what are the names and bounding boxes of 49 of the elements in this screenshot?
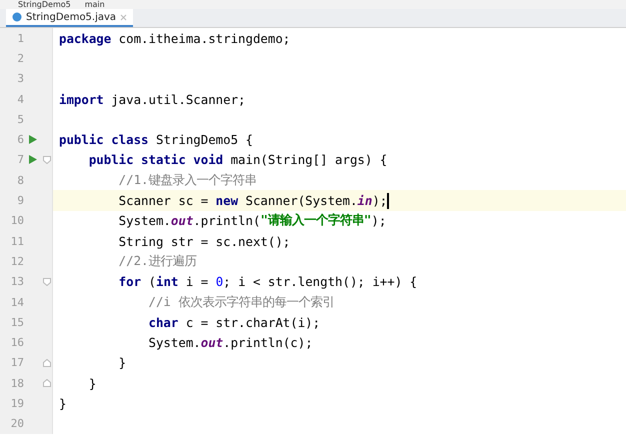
line-number: 2: [16, 52, 24, 65]
text-caret: [387, 192, 389, 209]
code-line: public static void main(String[] args) {: [88, 152, 388, 168]
line-number: 16: [10, 336, 24, 350]
breadcrumb-item[interactable]: main: [84, 0, 105, 9]
line-number: 18: [10, 376, 24, 390]
class-file-icon: [12, 12, 22, 22]
line-number: 4: [16, 92, 24, 106]
line-number: 15: [10, 316, 24, 329]
code-line: import java.util.Scanner;: [59, 92, 246, 107]
code-line: }: [59, 396, 66, 411]
line-number: 14: [10, 296, 24, 308]
run-icon[interactable]: [29, 155, 37, 164]
code-line: public class StringDemo5 {: [59, 132, 253, 148]
code-line: char c = str.charAt(i);: [148, 314, 320, 330]
code-line: //1.键盘录入一个字符串: [118, 172, 257, 189]
code-line: System.out.println("请输入一个字符串");: [118, 212, 386, 230]
line-number: 1: [16, 32, 24, 45]
code-line: }: [118, 355, 126, 370]
code-line: for (int i = 0; i < str.length(); i++) {: [118, 274, 418, 290]
code-line: }: [88, 376, 96, 391]
fold-icon[interactable]: [43, 156, 51, 164]
fold-icon[interactable]: [43, 379, 51, 388]
code-line: String str = sc.next();: [118, 234, 290, 249]
line-number: 12: [10, 254, 24, 268]
line-number: 20: [10, 417, 24, 430]
code-line: //2.进行遍历: [118, 252, 197, 270]
line-number: 11: [10, 234, 24, 248]
close-icon[interactable]: [120, 14, 128, 20]
line-number: 9: [16, 194, 24, 208]
line-number: 5: [16, 112, 24, 126]
fold-icon[interactable]: [43, 278, 51, 286]
line-number: 3: [16, 72, 24, 86]
code-line: System.out.println(c);: [148, 335, 313, 350]
code-line: Scanner sc = new Scanner(System.in);: [118, 192, 389, 209]
line-number: 6: [16, 133, 24, 146]
breadcrumb-item[interactable]: StringDemo5: [18, 0, 71, 9]
line-number: 19: [10, 396, 24, 410]
line-number: 17: [10, 356, 24, 370]
code-editor[interactable]: [0, 28, 626, 434]
line-number: 7: [16, 153, 24, 166]
code-line: //i 依次表示字符串的每一个索引: [148, 294, 334, 310]
fold-icon[interactable]: [43, 358, 51, 367]
line-number: 13: [10, 275, 24, 288]
line-number: 8: [16, 174, 24, 187]
file-tab[interactable]: StringDemo5.java: [6, 9, 134, 27]
run-icon[interactable]: [29, 135, 37, 144]
line-number: 10: [10, 214, 24, 228]
code-line: package com.itheima.stringdemo;: [59, 30, 290, 46]
